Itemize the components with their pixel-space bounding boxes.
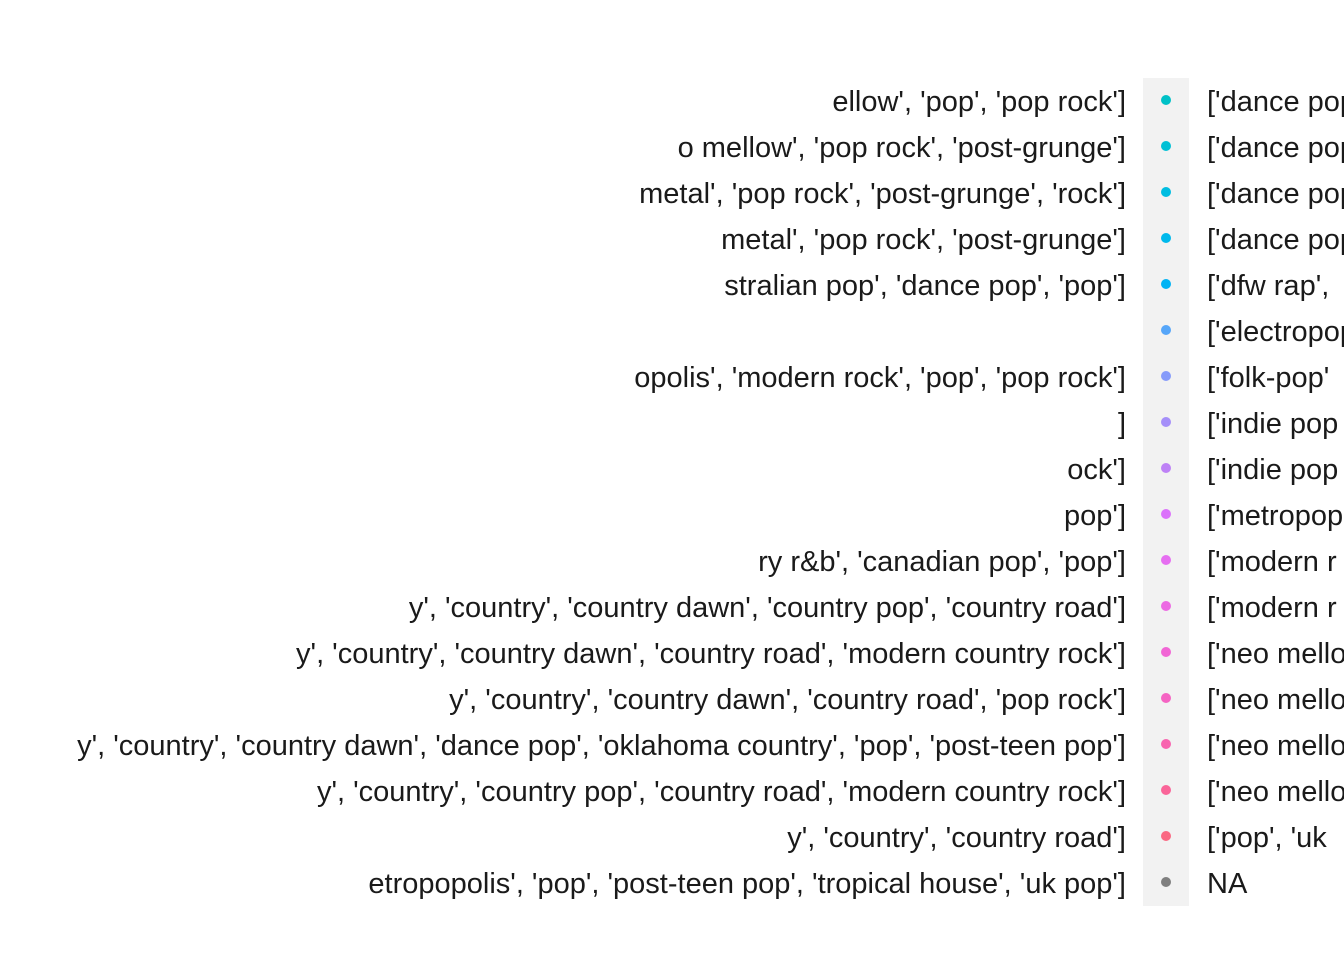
legend-label: ['indie pop bbox=[1207, 454, 1339, 486]
legend-label: ['neo mello bbox=[1207, 776, 1344, 808]
legend-label: ['dance pop bbox=[1207, 178, 1344, 210]
legend-right-row: ['dance pop bbox=[1143, 170, 1344, 216]
legend-left-row: ock'] bbox=[0, 446, 1140, 492]
legend-left-row: opolis', 'modern rock', 'pop', 'pop rock… bbox=[0, 354, 1140, 400]
legend-label: ['modern r bbox=[1207, 592, 1337, 624]
legend-key-dot bbox=[1161, 325, 1171, 335]
legend-label: ['metropop bbox=[1207, 500, 1344, 532]
legend-label: o mellow', 'pop rock', 'post-grunge'] bbox=[677, 132, 1126, 164]
legend-left-row: y', 'country', 'country dawn', 'country … bbox=[0, 630, 1140, 676]
legend-label: y', 'country', 'country dawn', 'country … bbox=[408, 592, 1126, 624]
legend-label: ['neo mello bbox=[1207, 684, 1344, 716]
legend-label: NA bbox=[1207, 868, 1248, 900]
legend-key-dot bbox=[1161, 95, 1171, 105]
legend-left-row: metal', 'pop rock', 'post-grunge'] bbox=[0, 216, 1140, 262]
legend-label: metal', 'pop rock', 'post-grunge'] bbox=[721, 224, 1126, 256]
legend-label: ['dfw rap', bbox=[1207, 270, 1330, 302]
legend-right-row: ['indie pop bbox=[1143, 400, 1344, 446]
legend-label: y', 'country', 'country dawn', 'dance po… bbox=[77, 730, 1126, 762]
legend-key-dot bbox=[1161, 509, 1171, 519]
legend-left-row: pop'] bbox=[0, 492, 1140, 538]
legend-key-dot bbox=[1161, 739, 1171, 749]
legend-label: y', 'country', 'country road'] bbox=[787, 822, 1126, 854]
legend-label: opolis', 'modern rock', 'pop', 'pop rock… bbox=[634, 362, 1126, 394]
legend-label: ['folk-pop' bbox=[1207, 362, 1330, 394]
legend-label: ['dance pop bbox=[1207, 224, 1344, 256]
legend-label: y', 'country', 'country pop', 'country r… bbox=[316, 776, 1126, 808]
legend-label: ry r&b', 'canadian pop', 'pop'] bbox=[758, 546, 1126, 578]
legend-left-row: ry r&b', 'canadian pop', 'pop'] bbox=[0, 538, 1140, 584]
legend-key-dot bbox=[1161, 463, 1171, 473]
legend-right-row: ['neo mello bbox=[1143, 630, 1344, 676]
legend-label: ['pop', 'uk bbox=[1207, 822, 1327, 854]
legend-key-dot bbox=[1161, 141, 1171, 151]
legend-right-row: ['metropop bbox=[1143, 492, 1344, 538]
legend-label: ['electropop bbox=[1207, 316, 1344, 348]
legend-right-row: ['electropop bbox=[1143, 308, 1344, 354]
legend-right-row: ['dfw rap', bbox=[1143, 262, 1344, 308]
legend-label: ] bbox=[1117, 408, 1126, 440]
legend-left-row: metal', 'pop rock', 'post-grunge', 'rock… bbox=[0, 170, 1140, 216]
legend-label: etropopolis', 'pop', 'post-teen pop', 't… bbox=[368, 868, 1126, 900]
legend-left-column: ellow', 'pop', 'pop rock'] o mellow', 'po… bbox=[0, 78, 1140, 906]
legend-right-row: NA bbox=[1143, 860, 1344, 906]
legend-key-dot bbox=[1161, 877, 1171, 887]
legend-right-column: ['dance pop ['dance pop ['dance pop ['dance… bbox=[1143, 78, 1344, 906]
legend-right-row: ['folk-pop' bbox=[1143, 354, 1344, 400]
legend-left-row: y', 'country', 'country road'] bbox=[0, 814, 1140, 860]
legend-label: ['dance pop bbox=[1207, 132, 1344, 164]
legend-right-row: ['neo mello bbox=[1143, 676, 1344, 722]
legend-key-dot bbox=[1161, 647, 1171, 657]
legend-label: ['neo mello bbox=[1207, 730, 1344, 762]
legend-key-dot bbox=[1161, 417, 1171, 427]
legend-left-row: ] bbox=[0, 400, 1140, 446]
legend-left-row: y', 'country', 'country dawn', 'country … bbox=[0, 676, 1140, 722]
legend-right-row: ['indie pop bbox=[1143, 446, 1344, 492]
legend-label: ['modern r bbox=[1207, 546, 1337, 578]
legend-label: ellow', 'pop', 'pop rock'] bbox=[832, 86, 1126, 118]
legend-label: stralian pop', 'dance pop', 'pop'] bbox=[724, 270, 1126, 302]
legend-left-row: stralian pop', 'dance pop', 'pop'] bbox=[0, 262, 1140, 308]
legend-key-dot bbox=[1161, 831, 1171, 841]
legend-label: ['neo mello bbox=[1207, 638, 1344, 670]
legend-label: ['indie pop bbox=[1207, 408, 1339, 440]
legend-key-dot bbox=[1161, 555, 1171, 565]
legend-label: pop'] bbox=[1064, 500, 1126, 532]
legend-right-row: ['dance pop bbox=[1143, 216, 1344, 262]
legend-label: metal', 'pop rock', 'post-grunge', 'rock… bbox=[639, 178, 1126, 210]
legend-key-dot bbox=[1161, 693, 1171, 703]
legend-label: y', 'country', 'country dawn', 'country … bbox=[296, 638, 1126, 670]
legend-right-row: ['neo mello bbox=[1143, 722, 1344, 768]
legend-key-dot bbox=[1161, 371, 1171, 381]
legend-right-row: ['modern r bbox=[1143, 584, 1344, 630]
legend-left-row bbox=[0, 308, 1140, 354]
legend-left-row: y', 'country', 'country dawn', 'dance po… bbox=[0, 722, 1140, 768]
legend-left-row: ellow', 'pop', 'pop rock'] bbox=[0, 78, 1140, 124]
legend-right-row: ['dance pop bbox=[1143, 124, 1344, 170]
legend-left-row: y', 'country', 'country pop', 'country r… bbox=[0, 768, 1140, 814]
legend-key-dot bbox=[1161, 601, 1171, 611]
legend-left-row: etropopolis', 'pop', 'post-teen pop', 't… bbox=[0, 860, 1140, 906]
legend-left-row: o mellow', 'pop rock', 'post-grunge'] bbox=[0, 124, 1140, 170]
legend-right-row: ['neo mello bbox=[1143, 768, 1344, 814]
legend-right-row: ['dance pop bbox=[1143, 78, 1344, 124]
legend-key-dot bbox=[1161, 187, 1171, 197]
legend-right-row: ['pop', 'uk bbox=[1143, 814, 1344, 860]
legend-key-dot bbox=[1161, 233, 1171, 243]
legend-right-row: ['modern r bbox=[1143, 538, 1344, 584]
legend-label: ['dance pop bbox=[1207, 86, 1344, 118]
legend-left-row: y', 'country', 'country dawn', 'country … bbox=[0, 584, 1140, 630]
legend-label: ock'] bbox=[1067, 454, 1126, 486]
legend-key-dot bbox=[1161, 279, 1171, 289]
legend-key-dot bbox=[1161, 785, 1171, 795]
legend-label: y', 'country', 'country dawn', 'country … bbox=[449, 684, 1126, 716]
